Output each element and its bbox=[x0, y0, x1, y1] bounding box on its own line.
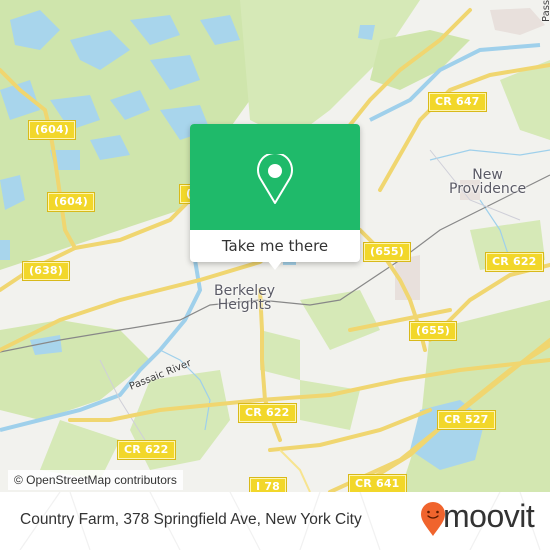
place-label-line: Providence bbox=[449, 181, 527, 197]
map-view[interactable]: (604) (604) (638) CR 647 (655) (655) CR … bbox=[0, 0, 550, 492]
road-shield-604: (604) bbox=[29, 121, 76, 139]
road-shield-638: (638) bbox=[23, 262, 70, 280]
place-label-line: New bbox=[472, 167, 503, 183]
road-shield-cr641: CR 641 bbox=[349, 475, 406, 492]
moovit-brand-text[interactable]: moovit bbox=[443, 498, 535, 535]
popup-header bbox=[190, 124, 360, 230]
road-shield-i78: I 78 bbox=[250, 478, 287, 492]
road-shield-604: (604) bbox=[48, 193, 95, 211]
take-me-there-button[interactable]: Take me there bbox=[190, 230, 360, 262]
road-shield-cr622: CR 622 bbox=[486, 253, 543, 271]
road-shield-cr622: CR 622 bbox=[239, 404, 296, 422]
address-text: Country Farm, 378 Springfield Ave, New Y… bbox=[20, 511, 362, 528]
road-shield-cr622: CR 622 bbox=[118, 441, 175, 459]
road-shield-cr647: CR 647 bbox=[429, 93, 486, 111]
place-label-berkeley-heights: Berkeley Heights bbox=[214, 284, 275, 312]
road-shield-cr527: CR 527 bbox=[438, 411, 495, 429]
place-label-new-providence: New Providence bbox=[449, 168, 526, 196]
place-label-line: Berkeley bbox=[214, 283, 275, 299]
map-pin-icon bbox=[257, 154, 293, 204]
road-shield-655: (655) bbox=[410, 322, 457, 340]
river-label-passaic-partial: Passa bbox=[541, 0, 550, 22]
popup-pointer bbox=[267, 260, 283, 270]
place-label-line: Heights bbox=[217, 297, 272, 313]
location-popup: Take me there bbox=[190, 124, 360, 270]
map-attribution[interactable]: © OpenStreetMap contributors bbox=[8, 470, 183, 490]
road-shield-655: (655) bbox=[364, 243, 411, 261]
footer-bar: Country Farm, 378 Springfield Ave, New Y… bbox=[0, 492, 550, 550]
